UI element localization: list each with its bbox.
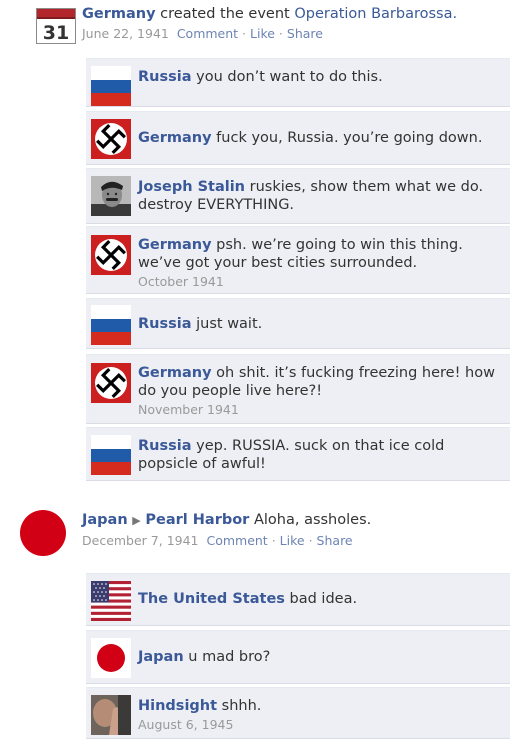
comment-link[interactable]: Comment (177, 26, 238, 41)
share-link[interactable]: Share (287, 26, 323, 41)
japan-flag-avatar[interactable] (10, 503, 76, 563)
post-text: created the event (160, 6, 290, 22)
russia-flag-avatar[interactable] (91, 435, 131, 475)
comment-author[interactable]: Russia (138, 316, 192, 332)
comment-item: Russia yep. RUSSIA. suck on that ice col… (86, 427, 510, 481)
swastika-flag-avatar[interactable] (91, 119, 131, 159)
stalin-photo-avatar[interactable] (91, 176, 131, 216)
comment-item: Japan u mad bro? (86, 630, 510, 684)
event-link[interactable]: Operation Barbarossa. (294, 6, 457, 22)
comment-author[interactable]: Germany (138, 237, 212, 253)
comment-author[interactable]: Japan (138, 649, 184, 665)
post-text: Aloha, assholes. (253, 512, 372, 528)
comment-item: Germany oh shit. it’s fucking freezing h… (86, 354, 510, 424)
comment-author[interactable]: Joseph Stalin (138, 179, 245, 195)
comment-text: bad idea. (289, 591, 358, 607)
japan-flag-avatar[interactable] (91, 638, 131, 678)
comment-author[interactable]: Russia (138, 69, 192, 85)
wall-post: Japan ▶ Pearl Harbor Aloha, assholes. De… (0, 497, 527, 567)
share-link[interactable]: Share (317, 533, 353, 548)
comment-author[interactable]: Germany (138, 365, 212, 381)
comment-text: fuck you, Russia. you’re going down. (216, 130, 483, 146)
separator: · (278, 26, 283, 41)
russia-flag-avatar[interactable] (91, 305, 131, 345)
like-link[interactable]: Like (250, 26, 275, 41)
event-post: 31 Germany created the event Operation B… (0, 0, 527, 56)
comment-item: Germany fuck you, Russia. you’re going d… (86, 111, 510, 165)
comment-author[interactable]: Germany (138, 130, 212, 146)
comment-text: you don’t want to do this. (196, 69, 383, 85)
separator: · (271, 533, 276, 548)
swastika-flag-avatar[interactable] (91, 363, 131, 403)
arrow-icon: ▶ (132, 514, 141, 527)
comment-item: Hindsight shhh. August 6, 1945 (86, 687, 510, 739)
comment-author[interactable]: The United States (138, 591, 285, 607)
post-date[interactable]: June 22, 1941 (82, 26, 169, 41)
comment-date[interactable]: August 6, 1945 (138, 716, 502, 734)
swastika-flag-avatar[interactable] (91, 235, 131, 275)
post-date[interactable]: December 7, 1941 (82, 533, 199, 548)
post-target[interactable]: Pearl Harbor (145, 512, 249, 528)
comment-author[interactable]: Hindsight (138, 698, 217, 714)
comment-item: Russia you don’t want to do this. (86, 58, 510, 107)
comment-item: Russia just wait. (86, 298, 510, 349)
comment-date[interactable]: October 1941 (138, 273, 502, 291)
hindsight-photo-avatar[interactable] (91, 695, 131, 735)
comment-link[interactable]: Comment (206, 533, 267, 548)
us-flag-avatar[interactable] (91, 581, 131, 621)
calendar-icon: 31 (36, 8, 76, 44)
comment-author[interactable]: Russia (138, 438, 192, 454)
russia-flag-avatar[interactable] (91, 66, 131, 106)
calendar-number: 31 (43, 22, 69, 44)
comment-item: Germany psh. we’re going to win this thi… (86, 226, 510, 294)
post-author[interactable]: Japan (82, 512, 128, 528)
comment-item: The United States bad idea. (86, 573, 510, 626)
comment-text: just wait. (196, 316, 263, 332)
comment-date[interactable]: November 1941 (138, 401, 502, 419)
separator: · (242, 26, 247, 41)
comment-text: shhh. (221, 698, 262, 714)
comment-item: Joseph Stalin ruskies, show them what we… (86, 168, 510, 224)
post-author[interactable]: Germany (82, 6, 156, 22)
separator: · (308, 533, 313, 548)
comment-text: u mad bro? (188, 649, 271, 665)
like-link[interactable]: Like (280, 533, 305, 548)
